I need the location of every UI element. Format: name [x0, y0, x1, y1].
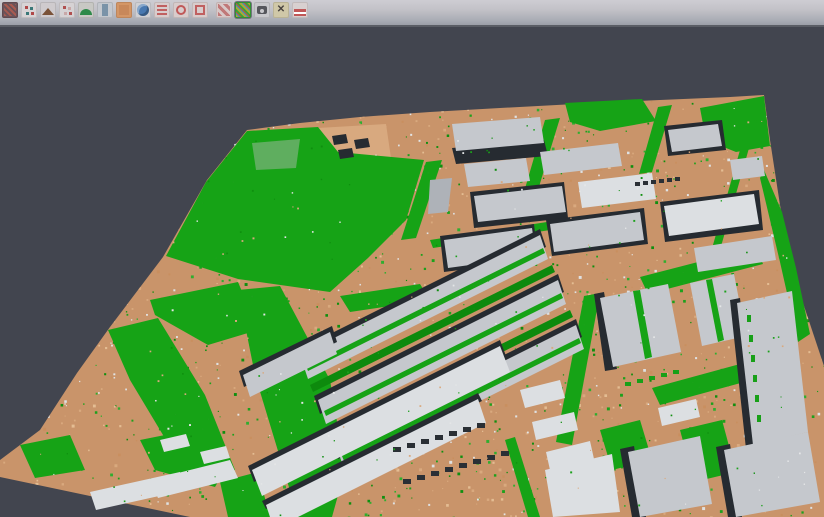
building-roof [428, 178, 452, 214]
profile-bar-icon[interactable] [97, 2, 113, 18]
ortho-image-icon[interactable] [116, 2, 132, 18]
classification-view-icon[interactable] [235, 2, 251, 18]
zoom-extent-icon[interactable] [192, 2, 208, 18]
clip-region-icon[interactable] [273, 2, 289, 18]
building-roof [730, 156, 765, 180]
register-points-icon[interactable] [21, 2, 37, 18]
globe-view-icon[interactable] [135, 2, 151, 18]
canopy-surface-icon[interactable] [78, 2, 94, 18]
application-window: { "toolbar": { "background": "#c2c1c7", … [0, 0, 824, 517]
point-cloud-scene [0, 27, 824, 517]
target-circle-icon[interactable] [173, 2, 189, 18]
main-toolbar [0, 0, 824, 27]
ground-points-icon[interactable] [59, 2, 75, 18]
tile-image-icon[interactable] [2, 2, 18, 18]
layer-stack-icon[interactable] [292, 2, 308, 18]
grid-overlay-icon[interactable] [216, 2, 232, 18]
measure-lines-icon[interactable] [154, 2, 170, 18]
3d-viewport[interactable] [0, 27, 824, 517]
vegetation-field-light [252, 139, 300, 170]
terrain-model-icon[interactable] [40, 2, 56, 18]
snapshot-icon[interactable] [254, 2, 270, 18]
